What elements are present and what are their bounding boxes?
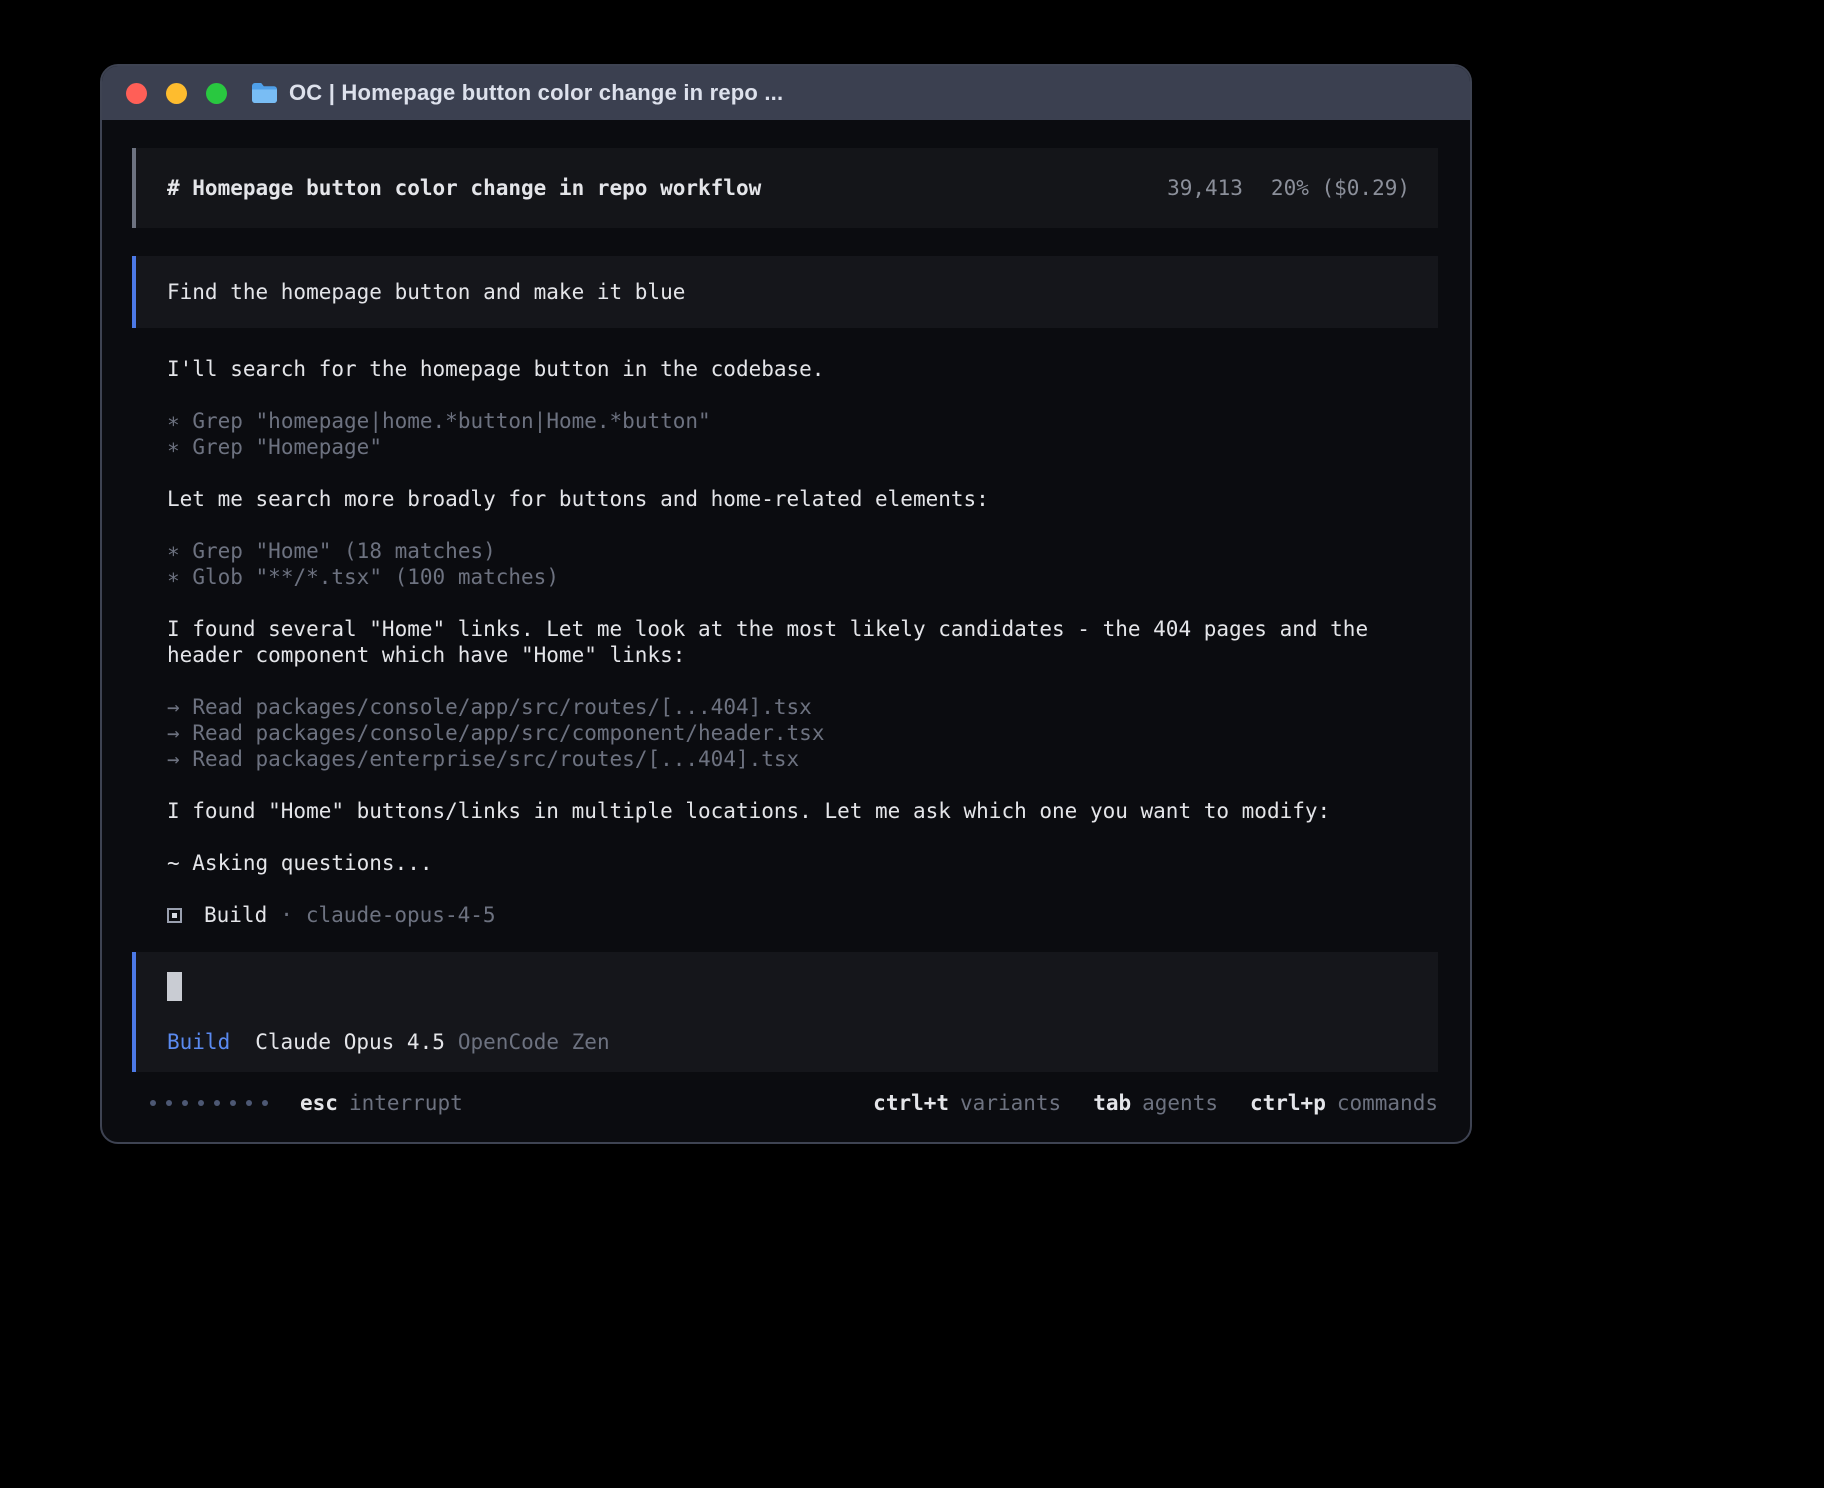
- tool-call: ∗ Glob "**/*.tsx" (100 matches): [167, 564, 1438, 590]
- working-spinner-dots: [150, 1100, 268, 1106]
- context-cost: 20% ($0.29): [1271, 175, 1410, 201]
- assistant-text: I found several "Home" links. Let me loo…: [167, 616, 1438, 668]
- read-tool-call: → Read packages/enterprise/src/routes/[.…: [167, 746, 1438, 772]
- tool-bullet-icon: ∗: [167, 539, 180, 563]
- shortcut-agents: tab agents: [1093, 1090, 1218, 1116]
- shortcut-interrupt: esc interrupt: [300, 1090, 463, 1116]
- tool-bullet-icon: ∗: [167, 565, 180, 589]
- agent-model: claude-opus-4-5: [306, 902, 496, 928]
- window-title: OC | Homepage button color change in rep…: [289, 80, 783, 106]
- tool-call: ∗ Grep "Homepage": [167, 434, 1438, 460]
- zoom-button[interactable]: [206, 83, 227, 104]
- window-controls: [126, 83, 227, 104]
- terminal-window: OC | Homepage button color change in rep…: [100, 64, 1472, 1144]
- read-tool-call: → Read packages/console/app/src/routes/[…: [167, 694, 1438, 720]
- assistant-text: I'll search for the homepage button in t…: [167, 356, 1438, 382]
- agent-status-line: Build · claude-opus-4-5: [167, 902, 1438, 928]
- tool-call: ∗ Grep "Home" (18 matches): [167, 538, 1438, 564]
- tool-call-group: ∗ Grep "Home" (18 matches) ∗ Glob "**/*.…: [167, 538, 1438, 590]
- minimize-button[interactable]: [166, 83, 187, 104]
- input-model-label: Claude Opus 4.5: [255, 1029, 445, 1055]
- window-titlebar[interactable]: OC | Homepage button color change in rep…: [102, 66, 1470, 120]
- read-arrow-icon: →: [167, 747, 180, 771]
- text-cursor: [167, 972, 182, 1001]
- input-mode-label: Build: [167, 1029, 230, 1055]
- tool-call-group: → Read packages/console/app/src/routes/[…: [167, 694, 1438, 772]
- status-bar: esc interrupt ctrl+t variants tab agents…: [132, 1090, 1438, 1116]
- terminal-content: # Homepage button color change in repo w…: [102, 120, 1470, 1142]
- input-meta: Build Claude Opus 4.5 OpenCode Zen: [167, 1029, 1407, 1055]
- tool-bullet-icon: ∗: [167, 409, 180, 433]
- session-stats: 39,413 20% ($0.29): [1167, 175, 1410, 201]
- assistant-transcript: I'll search for the homepage button in t…: [167, 356, 1438, 928]
- token-count: 39,413: [1167, 175, 1243, 201]
- read-tool-call: → Read packages/console/app/src/componen…: [167, 720, 1438, 746]
- session-header: # Homepage button color change in repo w…: [132, 148, 1438, 228]
- separator-dot: ·: [280, 902, 293, 928]
- input-provider-label: OpenCode Zen: [458, 1029, 610, 1055]
- assistant-text: I found "Home" buttons/links in multiple…: [167, 798, 1438, 824]
- close-button[interactable]: [126, 83, 147, 104]
- agent-name: Build: [204, 902, 267, 928]
- tool-bullet-icon: ∗: [167, 435, 180, 459]
- shortcut-variants: ctrl+t variants: [873, 1090, 1061, 1116]
- folder-icon: [251, 82, 278, 104]
- tool-call: ∗ Grep "homepage|home.*button|Home.*butt…: [167, 408, 1438, 434]
- build-agent-icon: [167, 908, 182, 923]
- shortcut-commands: ctrl+p commands: [1250, 1090, 1438, 1116]
- read-arrow-icon: →: [167, 695, 180, 719]
- user-message-text: Find the homepage button and make it blu…: [167, 279, 685, 305]
- user-message: Find the homepage button and make it blu…: [132, 256, 1438, 328]
- status-text: ~ Asking questions...: [167, 850, 1438, 876]
- read-arrow-icon: →: [167, 721, 180, 745]
- tool-call-group: ∗ Grep "homepage|home.*button|Home.*butt…: [167, 408, 1438, 460]
- session-title: # Homepage button color change in repo w…: [167, 175, 761, 201]
- assistant-text: Let me search more broadly for buttons a…: [167, 486, 1438, 512]
- prompt-input[interactable]: Build Claude Opus 4.5 OpenCode Zen: [132, 952, 1438, 1072]
